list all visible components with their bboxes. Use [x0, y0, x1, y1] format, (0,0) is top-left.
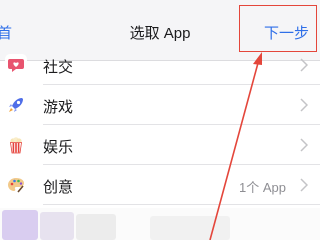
- app-selection-screen: 首 选取 App 下一步 社交 游戏 娱乐 创意 1个 App: [0, 0, 320, 240]
- annotation-arrow-icon: [209, 52, 262, 240]
